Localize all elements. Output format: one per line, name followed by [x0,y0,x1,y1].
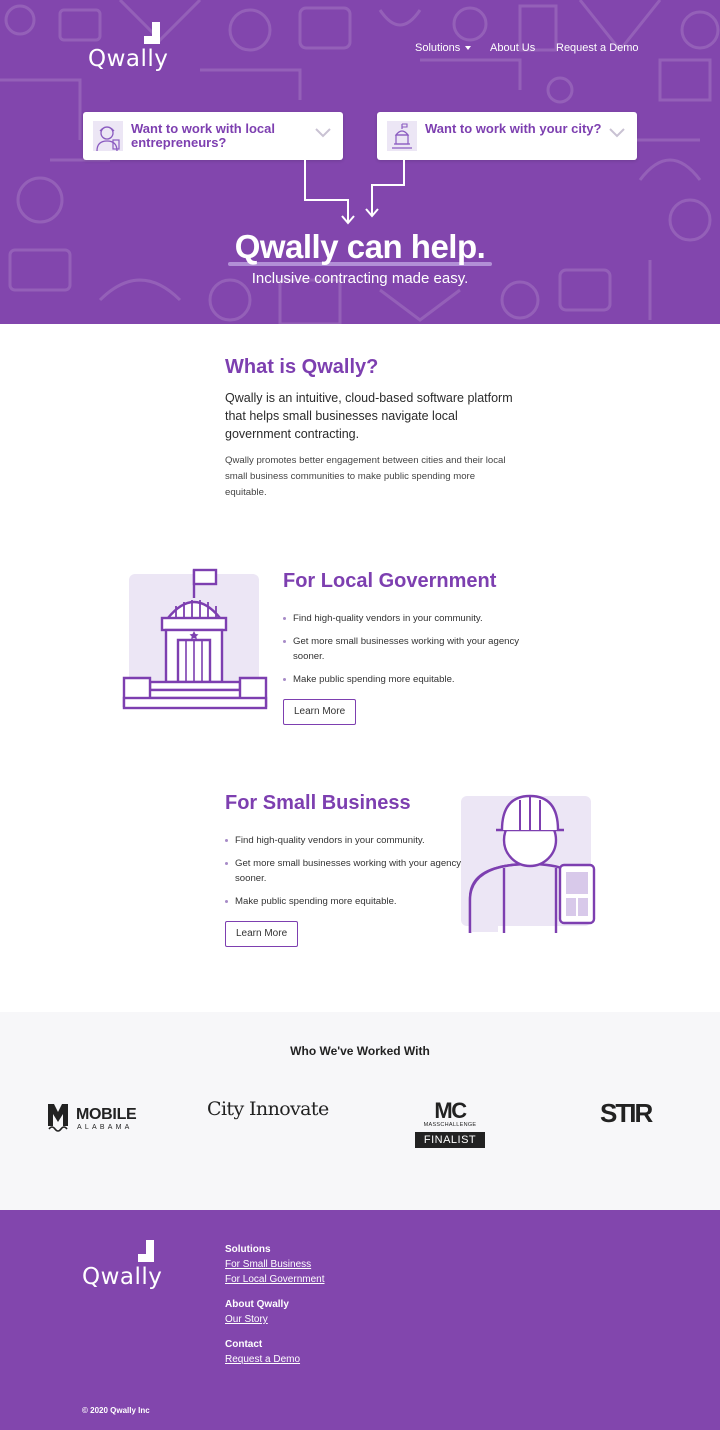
biz-bullets: Find high-quality vendors in your commun… [225,833,465,909]
footer-small-business-link[interactable]: For Small Business [225,1257,325,1272]
finalist-badge: FINALIST [415,1132,485,1148]
mc-text: MC [434,1098,467,1123]
footer-our-story-link[interactable]: Our Story [225,1312,325,1327]
hero-subtitle: Inclusive contracting made easy. [251,270,469,287]
mobile-alabama-logo: MOBILE ALABAMA [46,1102,146,1138]
nav-solutions-dropdown[interactable]: Solutions [415,42,472,54]
chevron-down-icon [315,128,331,138]
list-item: Make public spending more equitable. [283,672,523,687]
city-hall-icon [387,121,417,151]
card-local-entrepreneurs[interactable]: Want to work with local entrepreneurs? [83,112,343,160]
footer-solutions-group: Solutions For Small Business For Local G… [225,1242,325,1287]
local-government-section: For Local Government Find high-quality v… [283,570,523,725]
footer-links: Solutions For Small Business For Local G… [225,1242,325,1377]
main-nav: Solutions About Us Request a Demo [0,42,720,56]
footer-solutions-heading: Solutions [225,1244,271,1255]
card-right-label: Want to work with your city? [425,121,602,136]
biz-learn-more-button[interactable]: Learn More [225,921,299,947]
alabama-text: ALABAMA [77,1124,133,1131]
list-item: Get more small businesses working with y… [225,856,465,886]
caret-down-icon [465,46,472,51]
what-lead: Qwally is an intuitive, cloud-based soft… [225,391,513,441]
mobile-m-icon [48,1104,68,1132]
nav-request-demo-link[interactable]: Request a Demo [556,42,639,54]
what-is-section: What is Qwally? Qwally is an intuitive, … [225,356,515,501]
footer-qwally-logo[interactable]: Qwally [82,1240,166,1290]
partners-section: Who We've Worked With MOBILE ALABAMA Cit… [0,1012,720,1210]
hero-title: Qwally can help. [234,228,486,265]
hero-section: Qwally Solutions About Us Request a Demo… [0,0,720,324]
small-business-section: For Small Business Find high-quality ven… [225,792,465,947]
government-building-illustration [122,568,268,710]
logo-mark-icon [144,22,160,44]
footer-about-heading: About Qwally [225,1299,289,1310]
list-item: Find high-quality vendors in your commun… [225,833,465,848]
partners-title: Who We've Worked With [290,1044,430,1058]
list-item: Find high-quality vendors in your commun… [283,611,523,626]
footer-contact-group: Contact Request a Demo [225,1337,325,1367]
footer-request-demo-link[interactable]: Request a Demo [225,1352,325,1367]
copyright: © 2020 Qwally Inc [82,1406,150,1415]
masschallenge-logo: MC MASSCHALLENGE FINALIST [415,1098,485,1152]
footer-logo-text: Qwally [82,1264,163,1290]
footer-local-government-link[interactable]: For Local Government [225,1272,325,1287]
biz-title: For Small Business [225,792,411,814]
nav-about-link[interactable]: About Us [490,42,535,54]
chevron-down-icon [609,128,625,138]
card-left-label: Want to work with local entrepreneurs? [131,121,275,150]
city-innovate-logo: City Innovate [207,1098,329,1120]
gov-learn-more-button[interactable]: Learn More [283,699,357,725]
footer: Qwally Solutions For Small Business For … [0,1210,720,1430]
what-small: Qwally promotes better engagement betwee… [225,455,506,498]
list-item: Make public spending more equitable. [225,894,465,909]
gov-bullets: Find high-quality vendors in your commun… [283,611,523,687]
nav-solutions-label: Solutions [415,42,461,54]
gov-title: For Local Government [283,570,497,592]
card-your-city[interactable]: Want to work with your city? [377,112,637,160]
what-title: What is Qwally? [225,356,379,378]
footer-contact-heading: Contact [225,1339,263,1350]
stir-logo: STIR [600,1098,653,1128]
worker-icon [93,121,123,152]
list-item: Get more small businesses working with y… [283,634,523,664]
construction-worker-illustration [461,794,596,933]
masschallenge-text: MASSCHALLENGE [423,1122,477,1128]
mobile-text: MOBILE [76,1106,137,1123]
footer-about-group: About Qwally Our Story [225,1297,325,1327]
logo-mark-icon [138,1240,154,1262]
